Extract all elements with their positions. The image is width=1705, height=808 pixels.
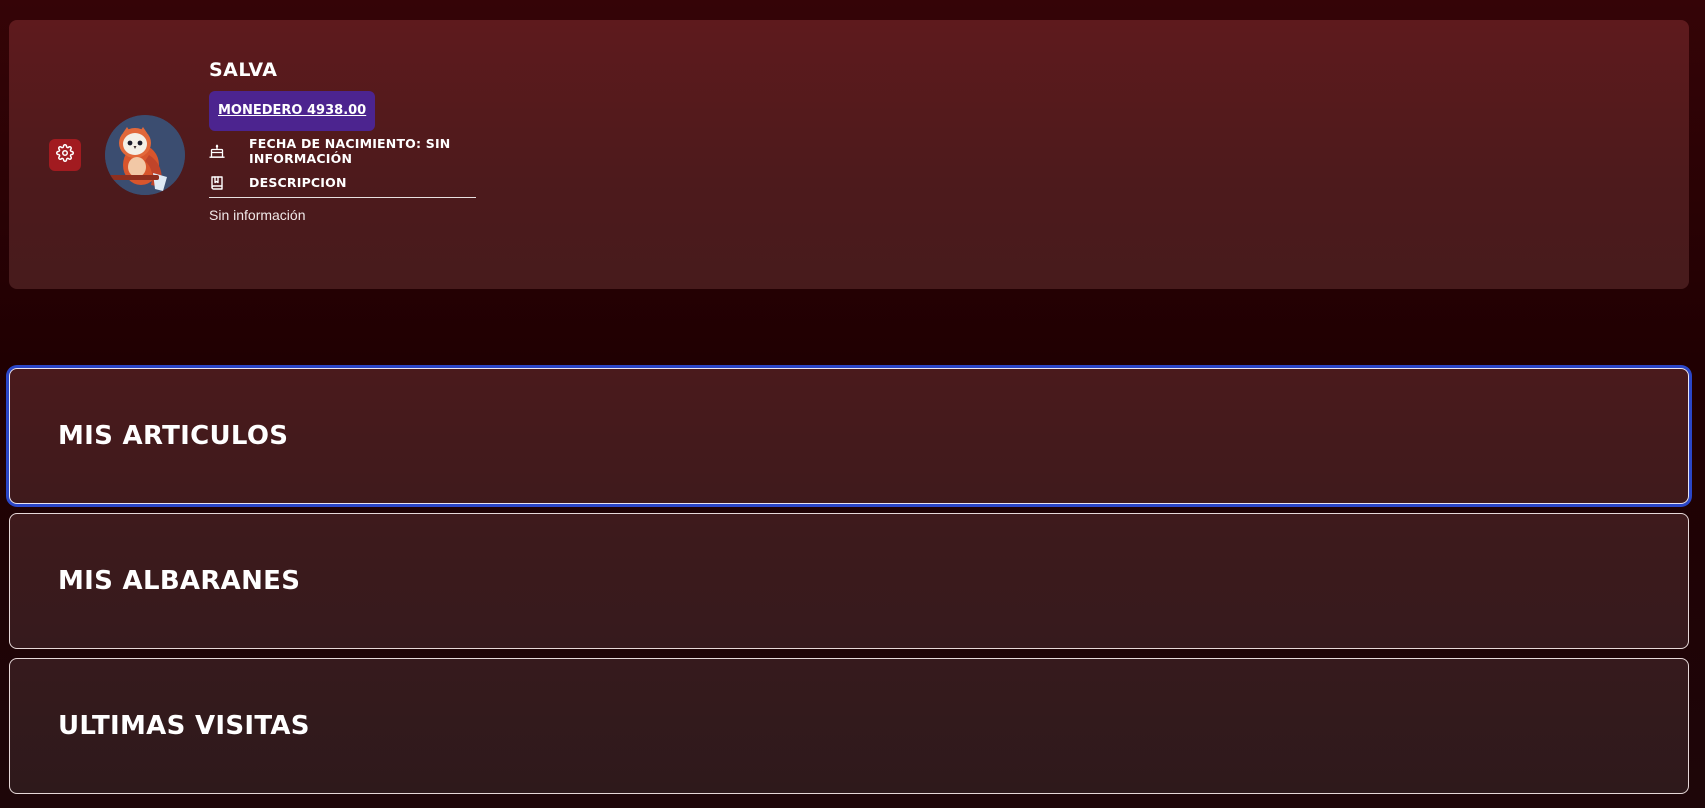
settings-button[interactable] [49, 139, 81, 171]
section-title: ULTIMAS VISITAS [58, 711, 310, 741]
section-mis-articulos[interactable]: MIS ARTICULOS [9, 368, 1689, 504]
profile-card: SALVA MONEDERO 4938.00 FECHA DE NACIMIEN… [9, 20, 1689, 289]
username: SALVA [209, 59, 278, 81]
description-value: Sin información [209, 206, 306, 223]
description-label: DESCRIPCION [249, 175, 347, 191]
book-icon [209, 174, 225, 192]
section-ultimas-visitas[interactable]: ULTIMAS VISITAS [9, 658, 1689, 794]
description-row: DESCRIPCION [209, 171, 476, 198]
cake-icon [209, 142, 225, 160]
birthdate-text: FECHA DE NACIMIENTO: SIN INFORMACIÓN [249, 135, 451, 166]
section-mis-albaranes[interactable]: MIS ALBARANES [9, 513, 1689, 649]
section-title: MIS ALBARANES [58, 566, 301, 596]
owl-avatar-image [105, 115, 185, 195]
avatar [105, 115, 185, 195]
wallet-button[interactable]: MONEDERO 4938.00 [209, 90, 376, 131]
gear-icon [56, 143, 74, 167]
birthdate-row: FECHA DE NACIMIENTO: SIN INFORMACIÓN [209, 135, 476, 166]
section-title: MIS ARTICULOS [58, 421, 289, 451]
profile-info: SALVA MONEDERO 4938.00 FECHA DE NACIMIEN… [209, 58, 476, 223]
